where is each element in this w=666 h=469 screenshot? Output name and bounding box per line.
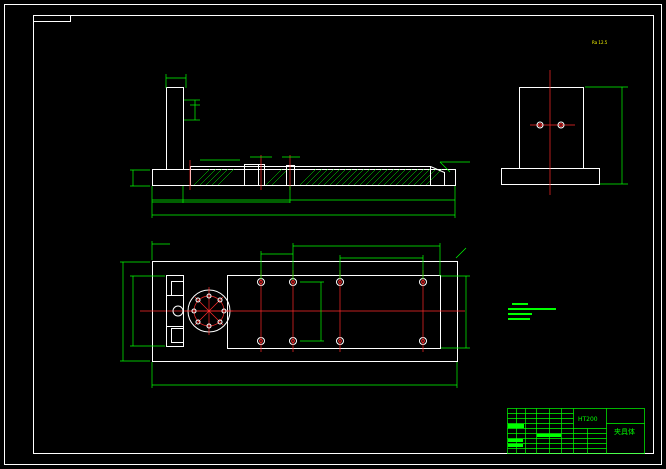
top-view: [120, 241, 470, 388]
top-view-dimensions: [120, 241, 470, 388]
sheet-corner-tab: [33, 15, 71, 22]
sheet-inner-border: [33, 15, 654, 454]
sheet-outer-border: [4, 4, 662, 465]
side-view: [501, 70, 628, 195]
technical-notes: [508, 303, 556, 320]
part-name: 夹具体: [614, 427, 635, 436]
roughness-note: Ra 12.5: [592, 40, 608, 45]
cad-drawing: Ra 12.5 HT200 夹具体: [4, 4, 662, 465]
title-block: HT200 夹具体: [507, 408, 645, 454]
section-hatching: [193, 168, 443, 186]
drawing-number: HT200: [578, 416, 598, 423]
front-view: [130, 74, 470, 218]
front-view-dimensions: [130, 74, 470, 218]
